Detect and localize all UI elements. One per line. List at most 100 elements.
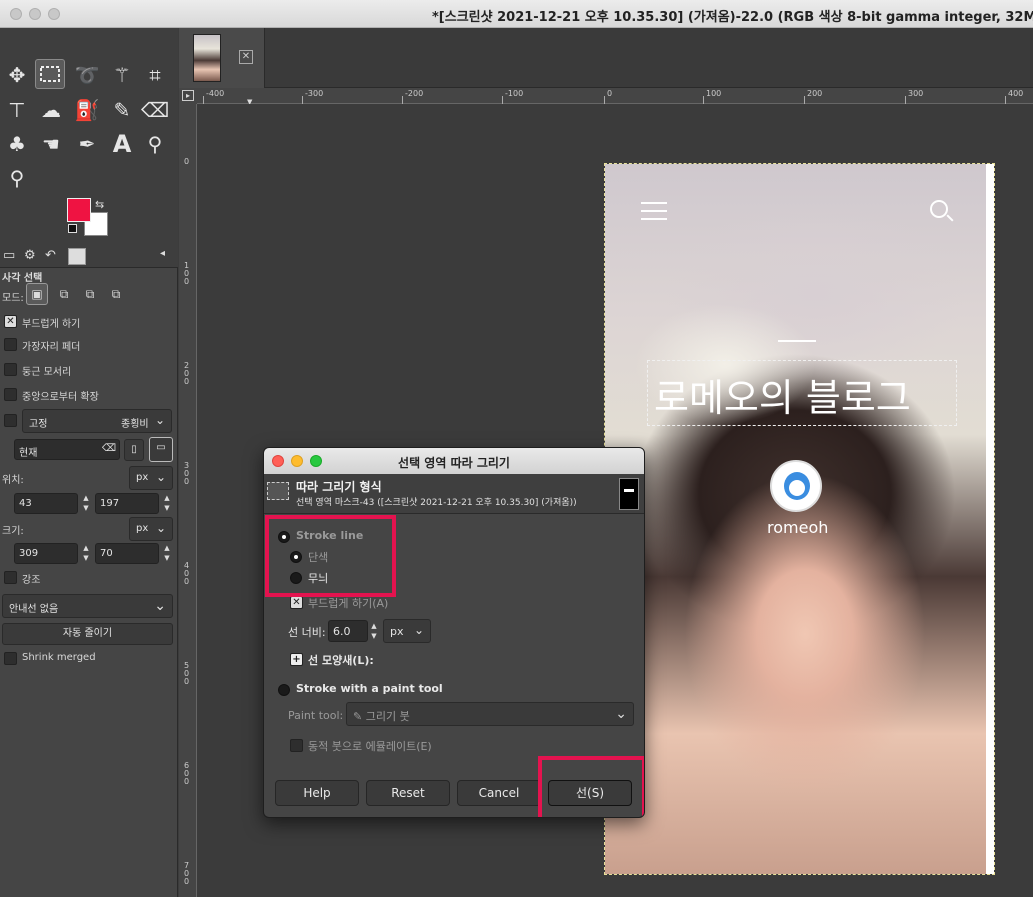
mode-replace-button[interactable]: ▣ bbox=[26, 283, 48, 305]
eraser-icon[interactable]: ⌫ bbox=[140, 95, 170, 125]
size-width-stepper[interactable]: ▲ ▼ bbox=[80, 543, 92, 564]
stroke-selection-icon bbox=[267, 482, 289, 500]
move-icon[interactable]: ✥ bbox=[2, 60, 32, 90]
clear-icon[interactable]: ⌫ bbox=[102, 443, 116, 454]
expand-center-label: 중앙으로부터 확장 bbox=[22, 392, 99, 403]
paint-tool-combo[interactable]: ✎ 그리기 붓 ⌄ bbox=[346, 702, 634, 726]
ruler-tick: 5 0 0 bbox=[184, 661, 190, 686]
highlight-checkbox[interactable] bbox=[4, 571, 17, 584]
guides-value: 안내선 없음 bbox=[9, 604, 59, 615]
line-width-unit-combo[interactable]: px ⌄ bbox=[383, 619, 431, 643]
dialog-antialias-checkbox[interactable]: ✕ bbox=[290, 596, 303, 609]
line-width-stepper[interactable]: ▲ ▼ bbox=[368, 621, 380, 642]
bucket-fill-icon[interactable]: ⛽ bbox=[72, 95, 102, 125]
minimize-window-button[interactable] bbox=[29, 8, 41, 20]
current-value-field[interactable]: 현재 ⌫ bbox=[14, 439, 120, 460]
title-dash bbox=[778, 340, 816, 342]
stroke-line-highlight bbox=[265, 515, 396, 597]
paintbrush-icon[interactable]: ✎ bbox=[107, 95, 137, 125]
mode-intersect-button[interactable]: ⧉ bbox=[105, 283, 127, 305]
fixed-aspect-combo[interactable]: 고정 종횡비 ⌄ bbox=[22, 409, 172, 433]
zoom-window-button[interactable] bbox=[48, 8, 60, 20]
lasso-icon[interactable]: ➰ bbox=[72, 60, 102, 90]
mode-add-button[interactable]: ⧉ bbox=[53, 283, 75, 305]
image-tab[interactable]: ✕ bbox=[179, 28, 265, 88]
ruler-tick: -200 bbox=[405, 89, 424, 98]
image-canvas[interactable]: 로메오의 블로그 romeoh bbox=[604, 163, 995, 875]
default-colors-icon[interactable] bbox=[68, 224, 77, 233]
dialog-title: 선택 영역 따라 그리기 bbox=[398, 456, 510, 470]
dialog-header-title: 따라 그리기 형식 bbox=[296, 480, 382, 494]
reset-button[interactable]: Reset bbox=[366, 780, 450, 806]
auto-shrink-button[interactable]: 자동 줄이기 bbox=[2, 623, 173, 645]
shrink-merged-checkbox[interactable] bbox=[4, 652, 17, 665]
rect-selection[interactable]: 로메오의 블로그 bbox=[647, 360, 957, 426]
image-edge bbox=[986, 164, 994, 874]
rounded-corners-checkbox[interactable] bbox=[4, 363, 17, 376]
foreground-color-swatch[interactable] bbox=[67, 198, 91, 222]
device-status-tab-icon[interactable]: ⚙ bbox=[24, 248, 42, 265]
help-button[interactable]: Help bbox=[275, 780, 359, 806]
clone-icon[interactable]: ♣ bbox=[2, 129, 32, 159]
emulate-dynamics-checkbox[interactable] bbox=[290, 739, 303, 752]
paint-tool-value: 그리기 붓 bbox=[365, 710, 410, 723]
portrait-icon[interactable]: ▯ bbox=[124, 439, 144, 461]
cancel-button[interactable]: Cancel bbox=[457, 780, 541, 806]
window-title: *[스크린샷 2021-12-21 오후 10.35.30] (가져옴)-22.… bbox=[432, 10, 1033, 25]
chevron-down-icon: ⌄ bbox=[413, 623, 424, 637]
zoom-icon[interactable]: ⚲ bbox=[2, 163, 32, 193]
size-height-stepper[interactable]: ▲ ▼ bbox=[161, 543, 173, 564]
vertical-ruler[interactable]: 0 1 0 0 2 0 0 3 0 0 4 0 0 5 0 0 6 0 0 7 … bbox=[179, 104, 197, 897]
ruler-corner[interactable]: ▸ bbox=[179, 88, 197, 104]
dock-tabs: ▭ ⚙ ↶ ◂ bbox=[0, 246, 178, 268]
rect-select-icon[interactable] bbox=[35, 59, 65, 89]
ruler-tick: 4 0 0 bbox=[184, 561, 190, 586]
position-x-stepper[interactable]: ▲ ▼ bbox=[80, 493, 92, 514]
paint-tool-radio-label: Stroke with a paint tool bbox=[296, 682, 443, 695]
close-window-button[interactable] bbox=[10, 8, 22, 20]
mode-subtract-button[interactable]: ⧉ bbox=[79, 283, 101, 305]
close-icon[interactable]: ✕ bbox=[239, 50, 253, 64]
swap-colors-icon[interactable]: ⇆ bbox=[95, 198, 104, 211]
drawable-preview bbox=[619, 478, 639, 510]
dock-menu-icon[interactable]: ◂ bbox=[160, 248, 178, 265]
path-icon[interactable]: ✒ bbox=[72, 129, 102, 159]
undo-history-tab-icon[interactable]: ↶ bbox=[45, 248, 63, 265]
color-picker-icon[interactable]: ⚲ bbox=[140, 129, 170, 159]
expand-center-checkbox[interactable] bbox=[4, 388, 17, 401]
text-icon[interactable]: A bbox=[107, 129, 137, 159]
transform-icon[interactable]: ⊤ bbox=[2, 95, 32, 125]
tool-options-tab-icon[interactable]: ▭ bbox=[3, 248, 21, 265]
line-style-expander[interactable]: + bbox=[290, 653, 303, 666]
landscape-icon[interactable]: ▭ bbox=[149, 437, 173, 462]
fuzzy-select-icon[interactable]: ⚚ bbox=[107, 60, 137, 90]
size-height-input[interactable]: 70 bbox=[95, 543, 159, 564]
hamburger-menu-icon bbox=[641, 202, 667, 222]
antialias-checkbox[interactable]: ✕ bbox=[4, 315, 17, 328]
dialog-antialias-label: 부드럽게 하기(A) bbox=[308, 597, 389, 610]
ruler-tick: 400 bbox=[1008, 89, 1024, 98]
position-x-input[interactable]: 43 bbox=[14, 493, 78, 514]
chevron-down-icon: ⌄ bbox=[615, 706, 627, 722]
size-width-input[interactable]: 309 bbox=[14, 543, 78, 564]
guides-combo[interactable]: 안내선 없음 ⌄ bbox=[2, 594, 173, 618]
mode-label: 모드: bbox=[2, 293, 24, 304]
smudge-icon[interactable]: ☚ bbox=[36, 129, 66, 159]
position-y-input[interactable]: 197 bbox=[95, 493, 159, 514]
dialog-title-bar: 선택 영역 따라 그리기 bbox=[264, 448, 644, 474]
ruler-tick: 7 0 0 bbox=[184, 861, 190, 886]
paint-tool-radio[interactable] bbox=[278, 684, 290, 696]
size-unit-combo[interactable]: px ⌄ bbox=[129, 517, 173, 541]
images-tab-icon[interactable] bbox=[68, 248, 86, 265]
position-y-stepper[interactable]: ▲ ▼ bbox=[161, 493, 173, 514]
quick-mask-icon[interactable]: ▸ bbox=[182, 90, 194, 101]
fixed-value: 종횡비 bbox=[121, 419, 149, 430]
crop-icon[interactable]: ⌗ bbox=[140, 60, 170, 90]
line-width-input[interactable]: 6.0 bbox=[328, 620, 368, 642]
warp-icon[interactable]: ☁ bbox=[36, 95, 66, 125]
tool-options-title: 사각 선택 bbox=[2, 273, 43, 284]
horizontal-ruler[interactable]: -400 -300 -200 -100 0 100 200 300 400 ▼ bbox=[197, 88, 1033, 106]
feather-checkbox[interactable] bbox=[4, 338, 17, 351]
position-unit-combo[interactable]: px ⌄ bbox=[129, 466, 173, 490]
fixed-checkbox[interactable] bbox=[4, 414, 17, 427]
